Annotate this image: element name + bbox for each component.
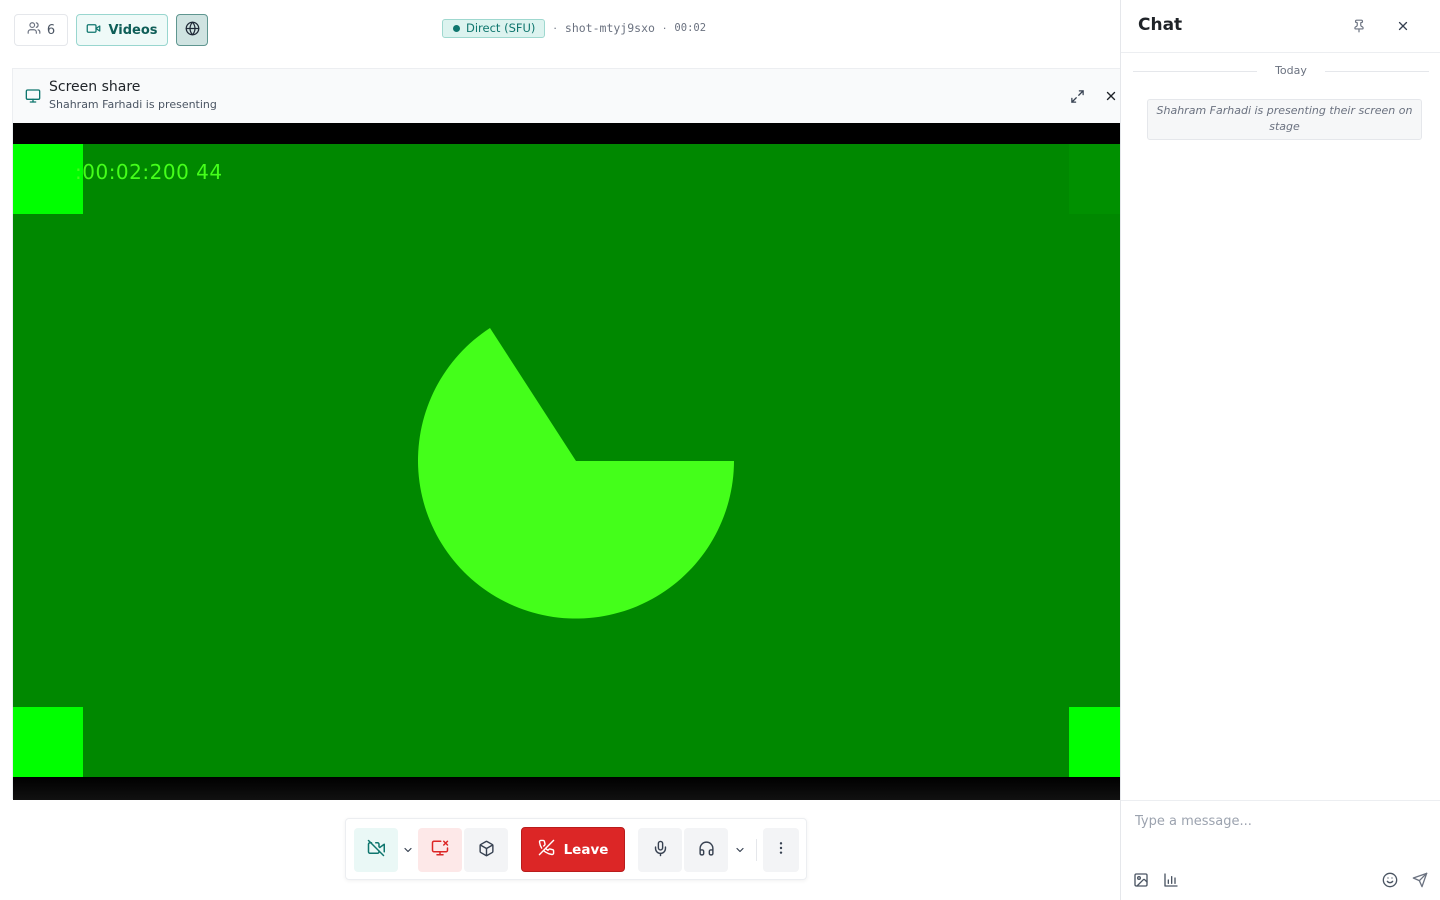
chat-header-divider	[1121, 52, 1440, 53]
connection-status: Direct (SFU) · shot-mtyj9sxo · 00:02	[442, 18, 706, 38]
box-icon	[478, 840, 495, 861]
phone-off-icon	[538, 839, 555, 860]
screen-share-off-icon	[431, 839, 449, 861]
more-options-button[interactable]	[763, 828, 799, 872]
smile-icon[interactable]	[1380, 870, 1400, 890]
microphone-toggle-button[interactable]	[638, 828, 682, 872]
image-icon[interactable]	[1131, 870, 1151, 890]
screen-share-video: :00:02:200 44	[13, 123, 1121, 800]
screen-share-toggle-button[interactable]	[418, 828, 462, 872]
users-icon	[27, 21, 41, 39]
headphones-icon	[698, 840, 715, 861]
video-icon	[86, 21, 101, 40]
send-icon[interactable]	[1410, 870, 1430, 890]
system-message: Shahram Farhadi is presenting their scre…	[1147, 99, 1422, 140]
controls-divider	[756, 839, 757, 861]
separator: ·	[662, 21, 667, 35]
corner-marker-top-left	[13, 144, 83, 214]
status-dot	[453, 24, 460, 32]
chevron-down-icon	[402, 841, 414, 860]
monitor-icon	[25, 88, 41, 108]
day-label: Today	[1275, 64, 1307, 77]
screen-share-panel: Screen share Shahram Farhadi is presenti…	[12, 68, 1121, 800]
corner-marker-top-right	[1069, 144, 1121, 214]
chat-title: Chat	[1138, 15, 1183, 35]
audio-options-button[interactable]	[730, 828, 750, 872]
screen-share-title: Screen share	[49, 79, 141, 95]
top-bar: 6 Videos Direct (SFU) · shot-mtyj9sxo · …	[0, 0, 1120, 58]
day-separator-line	[1325, 71, 1429, 72]
pin-icon[interactable]	[1349, 16, 1369, 36]
connection-badge-label: Direct (SFU)	[466, 21, 536, 35]
video-timecode: :00:02:200 44	[75, 160, 223, 184]
corner-marker-bottom-left	[13, 707, 83, 777]
shared-screen-frame: :00:02:200 44	[13, 123, 1121, 777]
session-id: shot-mtyj9sxo	[564, 21, 655, 35]
corner-marker-bottom-right	[1069, 707, 1121, 777]
3d-object-button[interactable]	[464, 828, 508, 872]
audio-output-button[interactable]	[684, 828, 728, 872]
mic-icon	[652, 840, 669, 861]
bar-chart-icon[interactable]	[1161, 870, 1181, 890]
chat-sidebar: Chat Today Shahram Farhadi is presenting…	[1120, 0, 1440, 900]
globe-icon	[185, 21, 200, 40]
videos-button[interactable]: Videos	[76, 14, 168, 46]
close-icon[interactable]	[1101, 86, 1121, 106]
separator: ·	[553, 21, 557, 35]
day-separator: Today	[1133, 63, 1429, 79]
more-vertical-icon	[773, 840, 789, 860]
camera-options-button[interactable]	[398, 828, 418, 872]
leave-call-button[interactable]: Leave	[521, 827, 625, 872]
videos-label: Videos	[108, 22, 158, 38]
connection-badge: Direct (SFU)	[442, 18, 546, 38]
letterbox-top	[13, 123, 1121, 144]
call-controls: Leave	[345, 818, 807, 880]
letterbox-bottom	[13, 777, 1121, 800]
message-input[interactable]	[1135, 811, 1425, 831]
participants-count: 6	[46, 22, 56, 38]
day-separator-line	[1133, 71, 1257, 72]
participants-button[interactable]: 6	[14, 14, 68, 46]
screen-share-subtitle: Shahram Farhadi is presenting	[49, 98, 217, 111]
leave-label: Leave	[563, 841, 609, 858]
camera-toggle-button[interactable]	[354, 828, 398, 872]
video-off-icon	[367, 839, 385, 861]
call-timer: 00:02	[674, 22, 707, 34]
globe-button[interactable]	[176, 14, 208, 46]
expand-icon[interactable]	[1067, 86, 1087, 106]
close-icon[interactable]	[1393, 16, 1413, 36]
screen-share-header: Screen share Shahram Farhadi is presenti…	[13, 69, 1121, 123]
chevron-down-icon	[734, 841, 746, 860]
composer-divider	[1121, 800, 1440, 801]
call-app: 6 Videos Direct (SFU) · shot-mtyj9sxo · …	[0, 0, 1440, 900]
